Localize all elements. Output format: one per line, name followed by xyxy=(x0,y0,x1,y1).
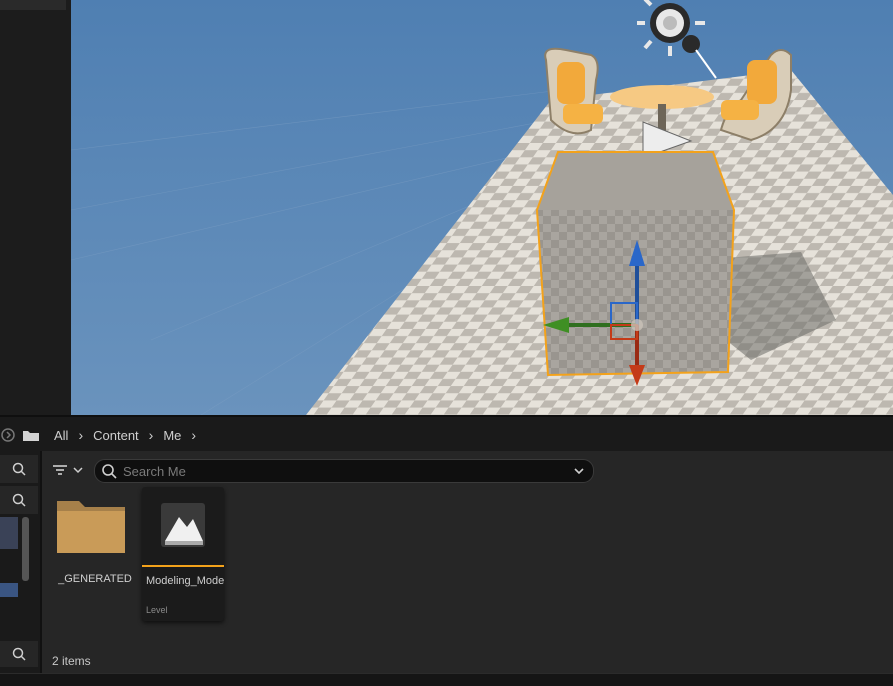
chevron-right-icon: › xyxy=(148,427,154,443)
asset-type-color-bar xyxy=(142,565,224,567)
level-thumbnail-icon xyxy=(161,503,205,547)
search-icon xyxy=(102,464,117,479)
filter-button[interactable] xyxy=(52,459,84,481)
asset-type-label: Level xyxy=(146,605,168,615)
sources-selected-item[interactable] xyxy=(0,517,18,549)
search-icon xyxy=(12,647,26,661)
asset-tile-folder[interactable]: _GENERATED xyxy=(54,487,136,621)
sources-search-button-2[interactable] xyxy=(0,486,38,514)
asset-tile-level[interactable]: Modeling_Mode Level xyxy=(142,487,224,621)
sources-panel xyxy=(0,451,42,673)
sources-search-button[interactable] xyxy=(0,455,38,483)
asset-name: Modeling_Mode xyxy=(146,575,224,587)
asset-search-input[interactable] xyxy=(123,463,563,479)
chevron-down-icon[interactable] xyxy=(573,466,585,476)
items-count: 2 items xyxy=(52,654,91,668)
breadcrumb-content[interactable]: Content xyxy=(93,428,139,443)
chevron-right-icon: › xyxy=(78,427,84,443)
history-icon[interactable] xyxy=(0,427,16,443)
collections-search-button[interactable] xyxy=(0,641,38,667)
asset-search-field[interactable] xyxy=(94,459,594,483)
left-dock-panel xyxy=(0,0,71,415)
search-icon xyxy=(12,462,26,476)
bottom-status-bar xyxy=(0,673,893,686)
chevron-right-icon[interactable]: › xyxy=(191,427,196,443)
asset-name: _GENERATED xyxy=(58,573,132,585)
level-viewport[interactable] xyxy=(71,0,893,415)
breadcrumb-me[interactable]: Me xyxy=(163,428,181,443)
filter-icon xyxy=(53,465,67,475)
chair-left[interactable] xyxy=(544,47,603,135)
chevron-down-icon xyxy=(73,467,83,474)
content-browser-breadcrumb: All › Content › Me › xyxy=(0,415,893,453)
breadcrumb-all[interactable]: All xyxy=(54,428,68,443)
folder-icon xyxy=(57,501,125,553)
left-dock-tab[interactable] xyxy=(0,0,66,10)
asset-view: _GENERATED Modeling_Mode Level 2 items xyxy=(42,451,893,673)
sources-highlighted-item[interactable] xyxy=(0,583,18,597)
folder-icon[interactable] xyxy=(22,428,40,442)
sources-scrollbar[interactable] xyxy=(22,517,29,581)
viewport-scene[interactable] xyxy=(71,0,893,415)
search-icon xyxy=(12,493,26,507)
